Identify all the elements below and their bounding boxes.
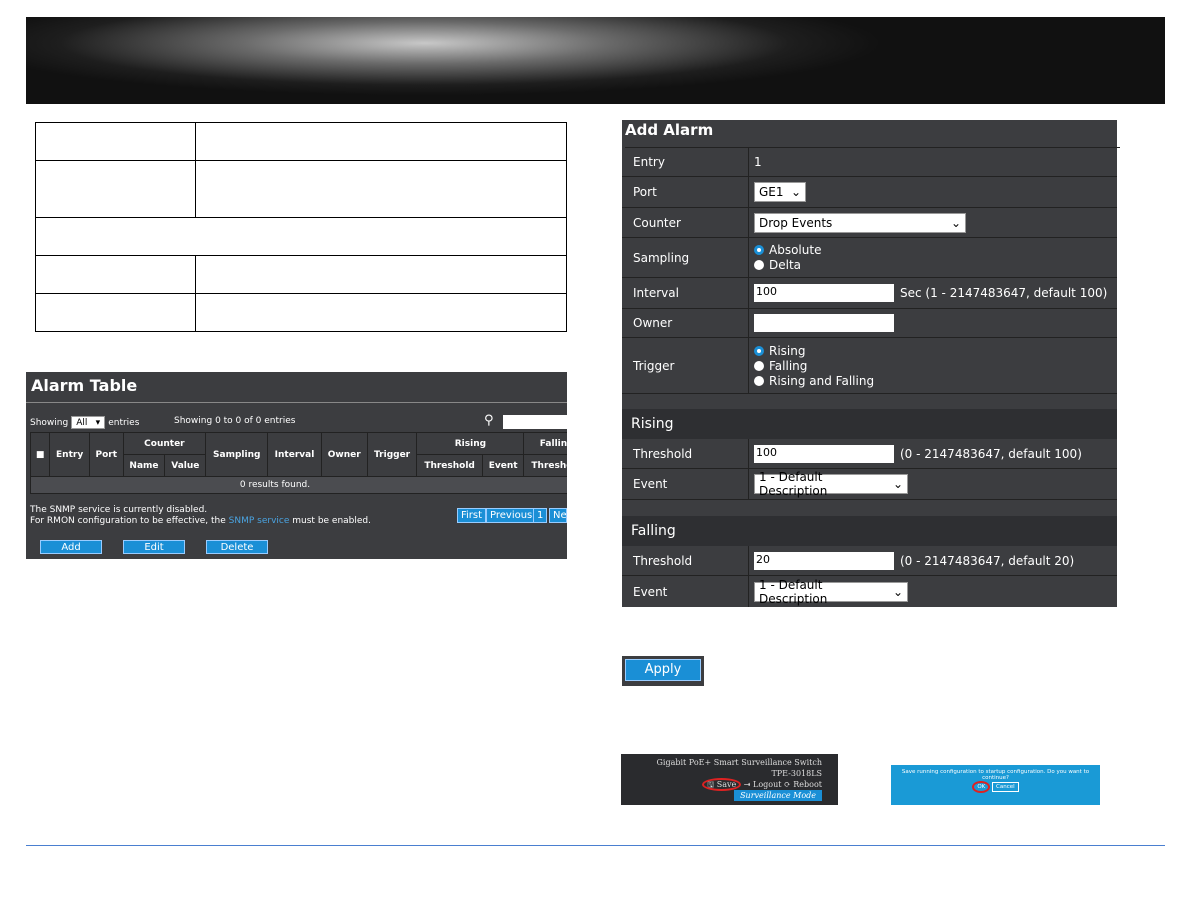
interval-label: Interval [622,278,749,308]
first-page-button[interactable]: First [457,508,487,523]
counter-label: Counter [622,208,749,237]
option-label: Delta [769,258,802,272]
owner-input[interactable] [754,314,894,332]
showing-label: Showing [30,417,69,428]
alarm-table-panel: Alarm Table Showing All ▾ entries Showing… [26,372,567,559]
product-name: Gigabit PoE+ Smart Surveillance Switch [656,758,822,767]
snmp-disabled-msg: The SNMP service is currently disabled. [30,505,208,515]
falling-event-label: Event [622,576,749,607]
add-button[interactable]: Add [40,540,102,554]
port-select[interactable]: GE1 ⌄ [754,182,806,202]
option-label: Rising [769,343,806,358]
sampling-delta-radio[interactable]: Delta [754,258,801,273]
entry-label: Entry [622,148,749,176]
confirm-message: Save running configuration to startup co… [901,769,1090,781]
option-label: Absolute [769,243,822,257]
previous-page-button[interactable]: Previous [486,508,537,523]
chevron-down-icon: ⌄ [950,215,961,230]
footer-divider [26,845,1165,846]
alarm-table-title: Alarm Table [26,372,567,403]
owner-label: Owner [622,309,749,337]
snmp-service-link[interactable]: SNMP service [229,516,290,526]
chevron-down-icon: ▾ [95,417,101,428]
chevron-down-icon: ⌄ [892,477,903,491]
entries-select[interactable]: All ▾ [71,416,106,429]
col-rising-threshold: Threshold [416,454,483,477]
falling-threshold-input[interactable]: 20 [754,551,894,570]
chevron-down-icon: ⌄ [892,584,903,599]
trigger-falling-radio[interactable]: Falling [754,358,807,373]
sampling-absolute-radio[interactable]: Absolute [754,243,821,258]
reboot-link[interactable]: Reboot [793,780,822,789]
select-all-checkbox[interactable]: ■ [29,432,51,477]
rmon-msg: For RMON configuration to be effective, … [30,516,229,526]
col-name: Name [122,454,166,477]
rising-event-label: Event [622,469,749,499]
col-sampling: Sampling [205,432,269,477]
col-rising-event: Event [481,454,525,477]
col-value: Value [164,454,207,477]
empty-row: 0 results found. [30,476,567,494]
entry-value: 1 [754,155,762,169]
col-falling: Falling [523,432,567,455]
surveillance-mode-button[interactable]: Surveillance Mode [734,790,822,801]
rising-event-select[interactable]: 1 - Default Description ⌄ [754,470,908,498]
trigger-both-radio[interactable]: Rising and Falling [754,373,874,388]
ok-button[interactable]: OK [972,781,991,793]
alarm-table: ■ Entry Port Counter Sampling Interval Owner Tr… [29,432,567,494]
col-counter: Counter [122,432,207,455]
rising-threshold-hint: (0 - 2147483647, default 100) [900,446,1082,461]
falling-event-select[interactable]: 1 - Default Description ⌄ [754,578,908,606]
counter-select[interactable]: Drop Events ⌄ [754,212,966,233]
trigger-rising-radio[interactable]: Rising [754,343,805,358]
interval-input[interactable]: 100 [754,284,894,302]
rising-threshold-input[interactable]: 100 [754,444,894,463]
sampling-label: Sampling [622,238,749,277]
search-input[interactable] [503,415,567,429]
rising-section-title: Rising [622,409,1117,439]
next-page-button[interactable]: Next [549,508,567,523]
search-icon: ⚲ [484,413,494,428]
cancel-button[interactable]: Cancel [992,782,1019,792]
rising-event-value: 1 - Default Description [759,470,828,498]
option-label: Rising and Falling [769,373,875,388]
logout-link[interactable]: Logout [753,780,781,789]
interval-hint: Sec (1 - 2147483647, default 100) [900,286,1108,300]
col-owner: Owner [320,432,368,477]
apply-button[interactable]: Apply [625,659,701,681]
col-trigger: Trigger [366,432,418,477]
add-alarm-panel: Add Alarm Entry 1 Port GE1 ⌄ Counter Drop Ev… [622,120,1120,607]
add-alarm-title: Add Alarm [625,121,1120,148]
falling-threshold-hint: (0 - 2147483647, default 20) [900,553,1075,568]
trigger-label: Trigger [622,338,749,393]
col-interval: Interval [267,432,322,477]
col-entry: Entry [49,432,90,477]
page-1-button[interactable]: 1 [533,508,548,523]
header-banner [26,17,1165,104]
falling-section-title: Falling [622,516,1117,546]
apply-button-frame: Apply [622,656,704,686]
col-rising: Rising [416,432,525,455]
falling-event-value: 1 - Default Description [759,577,828,606]
save-panel-screenshot: Gigabit PoE+ Smart Surveillance Switch T… [621,754,838,805]
col-falling-threshold: Threshold [523,454,567,477]
rmon-msg-end: must be enabled. [289,516,372,526]
entries-info: Showing 0 to 0 of 0 entries [174,416,296,426]
port-value: GE1 [759,185,784,199]
entries-label: entries [108,417,140,428]
confirm-dialog-screenshot: Save running configuration to startup co… [891,765,1100,805]
option-label: Falling [769,358,808,373]
description-table [35,122,567,332]
chevron-down-icon: ⌄ [790,185,801,199]
entries-value: All [76,417,88,428]
rising-threshold-label: Threshold [622,439,749,468]
port-label: Port [622,177,749,207]
counter-value: Drop Events [759,215,833,230]
save-label: Save [716,780,737,789]
edit-button[interactable]: Edit [123,540,185,554]
col-port: Port [89,432,124,477]
falling-threshold-label: Threshold [622,546,749,575]
delete-button[interactable]: Delete [206,540,268,554]
